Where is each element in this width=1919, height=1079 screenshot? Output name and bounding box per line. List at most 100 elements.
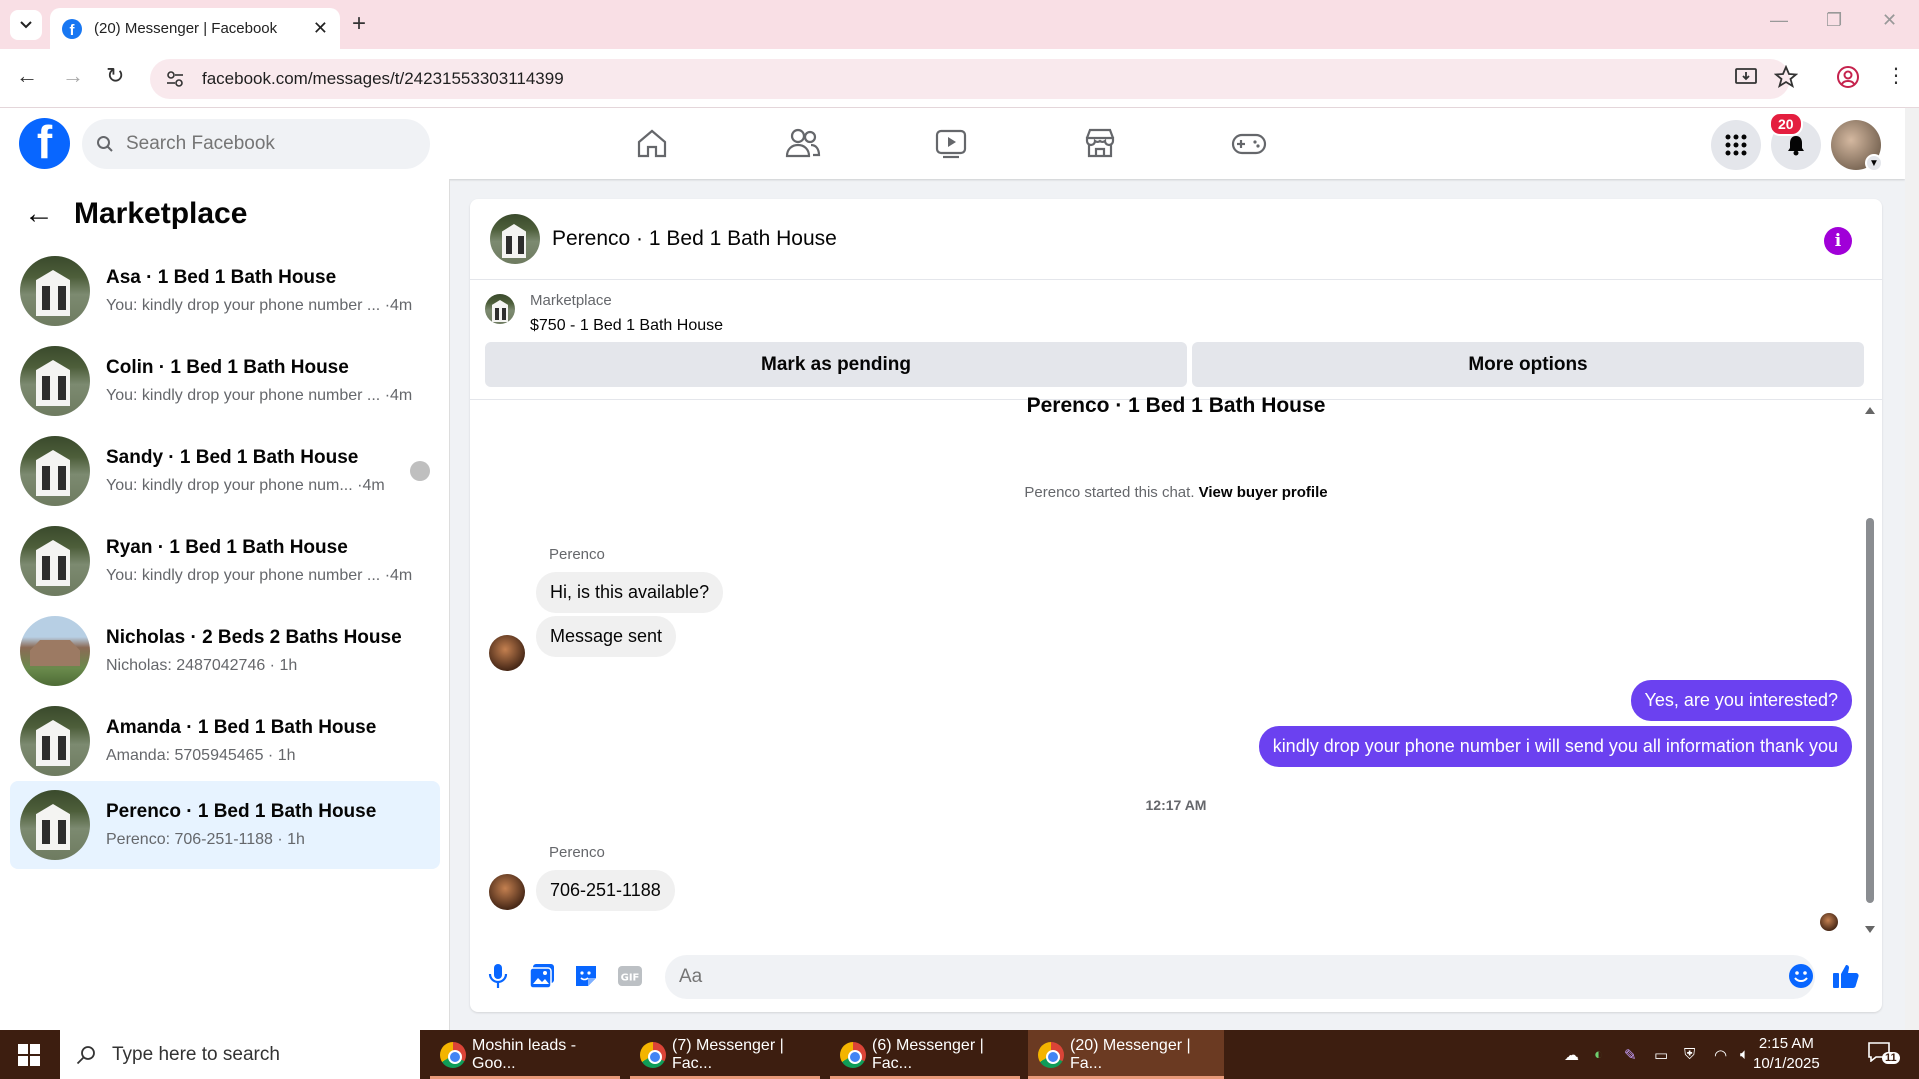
wifi-icon[interactable]: ◠ (1714, 1046, 1727, 1064)
taskbar-app-chrome-leads[interactable]: Moshin leads - Goo... (430, 1030, 620, 1079)
reload-icon[interactable]: ↻ (106, 63, 124, 89)
sticker-icon[interactable] (572, 962, 600, 990)
message-input-wrapper[interactable] (665, 955, 1815, 999)
notification-badge: 20 (1769, 112, 1803, 136)
battery-icon[interactable]: ▭ (1654, 1046, 1668, 1064)
onedrive-icon[interactable]: ☁ (1564, 1046, 1579, 1064)
friends-icon[interactable] (785, 126, 821, 160)
listing-small-thumbnail[interactable] (485, 294, 515, 324)
volume-icon[interactable]: 🔈︎ (1740, 1046, 1749, 1063)
chat-panel: Perenco · 1 Bed 1 Bath House i Marketpla… (470, 199, 1882, 1012)
security-shield-icon[interactable]: ⛨ (1684, 1046, 1695, 1063)
minimize-icon[interactable]: — (1770, 10, 1788, 31)
chat-scroll-thumb[interactable] (1866, 518, 1874, 903)
site-settings-icon[interactable] (166, 70, 184, 88)
chat-scrollbar[interactable] (1863, 400, 1877, 940)
chat-listing-thumbnail[interactable] (490, 214, 540, 264)
page-scrollbar[interactable] (1905, 108, 1919, 1030)
window-close-icon[interactable]: ✕ (1882, 10, 1897, 31)
edge-icon[interactable]: ◐ (1594, 1046, 1603, 1063)
facebook-search[interactable] (82, 119, 430, 169)
taskbar-app-messenger-20[interactable]: (20) Messenger | Fa... (1028, 1030, 1224, 1079)
listing-thumbnail (20, 346, 90, 416)
conversation-preview: Amanda: 5705945465 · 1h (106, 747, 296, 764)
microphone-icon[interactable] (484, 962, 512, 990)
taskbar-app-messenger-7[interactable]: (7) Messenger | Fac... (630, 1030, 820, 1079)
notification-center[interactable]: 11 (1868, 1042, 1900, 1068)
conversation-name: Asa · 1 Bed 1 Bath House (106, 267, 337, 288)
facebook-logo[interactable]: f (19, 118, 70, 169)
message-thread: Perenco · 1 Bed 1 Bath House Perenco sta… (470, 394, 1882, 940)
photo-icon[interactable] (528, 962, 556, 990)
system-message-text: Perenco started this chat. (1024, 484, 1195, 501)
mark-as-pending-button[interactable]: Mark as pending (485, 342, 1187, 387)
thread-title: Perenco · 1 Bed 1 Bath House (1026, 394, 1326, 417)
back-arrow-icon[interactable]: ← (16, 63, 38, 89)
emoji-icon[interactable] (1787, 962, 1815, 990)
account-avatar[interactable]: ▼ (1831, 120, 1883, 172)
conversation-item[interactable]: Nicholas · 2 Beds 2 Baths House Nicholas:… (10, 607, 440, 695)
thumbs-up-icon[interactable] (1832, 962, 1860, 990)
incoming-message[interactable]: Hi, is this available? (536, 572, 724, 613)
menu-grid-button[interactable] (1711, 120, 1761, 170)
incoming-message[interactable]: Message sent (536, 616, 677, 657)
browser-menu-icon[interactable]: ⋮ (1886, 63, 1906, 88)
taskbar-app-messenger-6[interactable]: (6) Messenger | Fac... (830, 1030, 1020, 1079)
sidebar-title: Marketplace (74, 197, 248, 230)
conversation-item[interactable]: Sandy · 1 Bed 1 Bath House You: kindly dr… (10, 427, 440, 515)
install-app-icon[interactable] (1734, 65, 1758, 89)
restore-icon[interactable]: ❐ (1826, 10, 1842, 31)
browser-tab-bar: f (20) Messenger | Facebook ✕ + — ❐ ✕ (0, 0, 1919, 49)
chevron-down-icon (20, 21, 32, 29)
gaming-icon[interactable] (1231, 126, 1267, 160)
gif-icon[interactable]: GIF (616, 962, 644, 990)
tab-search-button[interactable] (10, 10, 42, 40)
bell-icon (1788, 136, 1804, 156)
chat-header-name[interactable]: Perenco · 1 Bed 1 Bath House (552, 227, 837, 251)
back-arrow-icon[interactable]: ← (24, 197, 54, 231)
listing-thumbnail (20, 436, 90, 506)
marketplace-icon[interactable] (1083, 126, 1117, 160)
chevron-down-icon: ▼ (1865, 154, 1883, 172)
pen-icon[interactable]: ✎ (1624, 1046, 1637, 1064)
sender-avatar[interactable] (489, 874, 525, 910)
video-icon[interactable] (934, 126, 968, 160)
view-buyer-profile-link[interactable]: View buyer profile (1199, 484, 1328, 501)
more-options-button[interactable]: More options (1192, 342, 1864, 387)
info-icon[interactable]: i (1824, 227, 1852, 255)
address-bar[interactable]: facebook.com/messages/t/2423155330311439… (150, 59, 1790, 99)
clock-date: 10/1/2025 (1753, 1055, 1820, 1072)
new-tab-button[interactable]: + (352, 10, 366, 38)
browser-tab-active[interactable]: f (20) Messenger | Facebook ✕ (50, 8, 340, 49)
listing-price[interactable]: $750 - 1 Bed 1 Bath House (530, 317, 723, 335)
outgoing-message[interactable]: kindly drop your phone number i will sen… (1258, 726, 1852, 767)
forward-arrow-icon[interactable]: → (62, 63, 84, 89)
sender-name: Perenco (549, 844, 605, 861)
tab-close-icon[interactable]: ✕ (313, 18, 328, 39)
search-input[interactable] (126, 133, 406, 155)
conversation-name: Ryan · 1 Bed 1 Bath House (106, 537, 348, 558)
listing-thumbnail (20, 790, 90, 860)
chrome-icon (1038, 1041, 1064, 1068)
listing-thumbnail (20, 616, 90, 686)
sender-avatar[interactable] (489, 635, 525, 671)
listing-thumbnail (20, 256, 90, 326)
conversation-item[interactable]: Amanda · 1 Bed 1 Bath House Amanda: 57059… (10, 697, 440, 785)
conversation-item[interactable]: Ryan · 1 Bed 1 Bath House You: kindly dro… (10, 517, 440, 605)
windows-start-icon[interactable] (18, 1044, 40, 1066)
system-clock[interactable]: 2:15 AM 10/1/2025 (1753, 1034, 1820, 1074)
conversation-item[interactable]: Asa · 1 Bed 1 Bath House You: kindly drop… (10, 247, 440, 335)
bookmark-star-icon[interactable] (1774, 65, 1798, 89)
home-icon[interactable] (635, 126, 669, 160)
conversation-item[interactable]: Colin · 1 Bed 1 Bath House You: kindly dr… (10, 337, 440, 425)
outgoing-message[interactable]: Yes, are you interested? (1630, 680, 1852, 721)
incoming-message[interactable]: 706-251-1188 (536, 870, 675, 911)
message-input[interactable] (679, 966, 1759, 988)
profile-icon[interactable] (1836, 65, 1860, 89)
scroll-up-icon[interactable] (1865, 406, 1875, 414)
scroll-down-icon[interactable] (1865, 926, 1875, 934)
taskbar-search[interactable]: Type here to search (60, 1030, 420, 1079)
conversation-item-active[interactable]: Perenco · 1 Bed 1 Bath House Perenco: 706… (10, 781, 440, 869)
clock-time: 2:15 AM (1758, 1035, 1814, 1052)
notification-count-badge: 11 (1882, 1052, 1900, 1064)
